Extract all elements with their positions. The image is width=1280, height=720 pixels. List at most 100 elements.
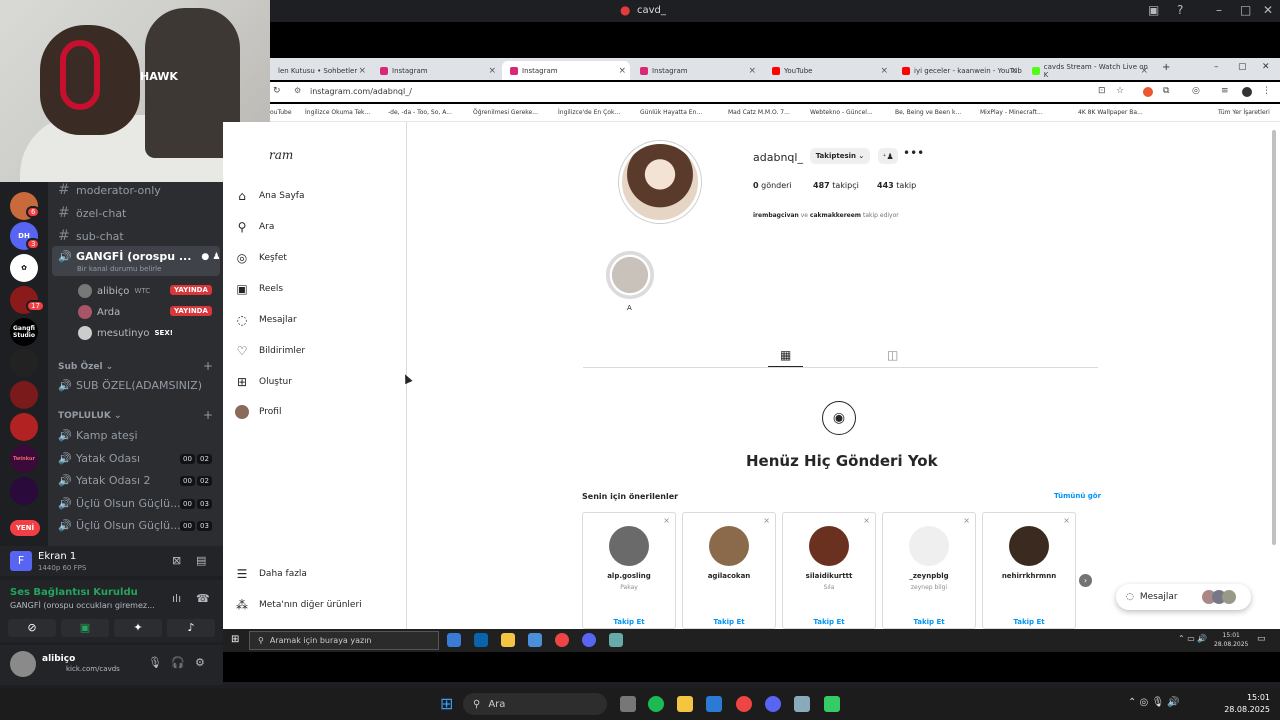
profile-sync-icon[interactable]: ◎ — [1192, 86, 1200, 96]
connection-status[interactable]: Ses Bağlantısı Kuruldu — [10, 587, 138, 598]
bookmark-item[interactable]: İngilizce Okuma Tek... — [305, 109, 370, 116]
app-icon[interactable] — [794, 696, 810, 712]
close-icon[interactable]: ✕ — [1263, 3, 1273, 17]
more-options-icon[interactable]: ••• — [903, 146, 924, 160]
settings-icon[interactable]: ⚙ — [195, 656, 205, 669]
follow-button[interactable]: Takip Et — [883, 618, 975, 626]
bookmark-item[interactable]: Webtekno - Güncel... — [810, 109, 873, 116]
bookmark-item[interactable]: 4K 8K Wallpaper Ba... — [1078, 109, 1143, 116]
url-field[interactable]: instagram.com/adabnql_/ — [310, 87, 412, 96]
nav-profile[interactable]: Profil — [235, 405, 281, 419]
avatar[interactable] — [609, 526, 649, 566]
minimize-icon[interactable]: – — [1214, 62, 1219, 72]
media-icon[interactable]: ≡ — [1221, 86, 1229, 96]
windows-start-icon[interactable]: ⊞ — [440, 694, 453, 713]
menu-icon[interactable]: ⋮ — [1262, 86, 1271, 96]
follow-button[interactable]: Takip Et — [783, 618, 875, 626]
headphones-icon[interactable]: 🎧 — [171, 656, 185, 669]
site-info-icon[interactable]: ⚙ — [294, 86, 301, 95]
suggestion-card[interactable]: × nehirrkhrmnn Takip Et — [982, 512, 1076, 629]
text-channel[interactable]: # özel-chat — [58, 205, 126, 221]
nav-create[interactable]: ⊞ Oluştur — [235, 375, 292, 389]
explorer-icon[interactable] — [501, 633, 515, 647]
discord-icon[interactable] — [765, 696, 781, 712]
nav-messages[interactable]: ◌ Mesajlar — [235, 313, 297, 327]
server-icon-10[interactable] — [10, 477, 38, 505]
taskbar-search[interactable]: ⚲ Ara — [463, 693, 607, 715]
profile-picture[interactable] — [619, 141, 701, 223]
reload-icon[interactable]: ↻ — [273, 86, 281, 96]
extension-icon[interactable] — [1143, 87, 1153, 97]
spotify-icon[interactable] — [648, 696, 664, 712]
install-icon[interactable]: ⊡ — [1098, 86, 1106, 96]
voice-channel[interactable]: 🔊 Kamp ateşi — [58, 429, 138, 442]
dismiss-icon[interactable]: × — [863, 516, 870, 525]
voice-channel[interactable]: 🔊 Üçlü Olsun Güçlü... — [58, 519, 181, 532]
voice-channel[interactable]: 🔊 SUB ÖZEL(ADAMSINIZ) — [58, 379, 202, 392]
nav-explore[interactable]: ◎ Keşfet — [235, 251, 287, 265]
close-tab-icon[interactable]: × — [618, 66, 626, 76]
suggestion-card[interactable]: × agilacokan Takip Et — [682, 512, 776, 629]
mutual-followers[interactable]: irembagcivan ve cakmakkereem takip ediyo… — [753, 212, 899, 219]
voice-channel-active[interactable]: 🔊 GANGFİ (orospu ... ● ♟ ⚙ — [58, 250, 232, 263]
tab-active[interactable]: Instagram × — [502, 61, 630, 80]
close-tab-icon[interactable]: × — [358, 66, 366, 76]
following-button[interactable]: Takiptesin ⌄ — [810, 148, 870, 164]
nav-home[interactable]: ⌂ Ana Sayfa — [235, 189, 304, 203]
inbox-icon[interactable]: ▣ — [1148, 3, 1159, 17]
task-view-icon[interactable] — [620, 696, 636, 712]
text-channel[interactable]: # moderator-only — [58, 182, 161, 198]
avatar[interactable] — [1009, 526, 1049, 566]
avatar[interactable] — [709, 526, 749, 566]
maximize-icon[interactable]: □ — [1240, 3, 1251, 17]
help-icon[interactable]: ? — [1177, 3, 1183, 17]
windows-start-icon[interactable]: ⊞ — [231, 634, 239, 645]
discord-icon[interactable] — [582, 633, 596, 647]
camera-off-button[interactable]: ⊘ — [8, 619, 56, 637]
channel-status[interactable]: Bir kanal durumu belirle — [77, 265, 161, 273]
server-icon-gangfi[interactable]: Gangfi Studio — [10, 318, 38, 346]
app-icon[interactable] — [528, 633, 542, 647]
maximize-icon[interactable]: ▢ — [1238, 62, 1247, 72]
voice-channel[interactable]: 🔊 Üçlü Olsun Güçlü... — [58, 497, 181, 510]
suggest-user-button[interactable]: ⁺♟ — [878, 148, 898, 164]
tab[interactable]: Instagram × — [632, 61, 760, 80]
voice-user[interactable]: Arda — [78, 305, 120, 319]
app-icon[interactable] — [609, 633, 623, 647]
tab[interactable]: YouTube × — [764, 61, 892, 80]
dismiss-icon[interactable]: × — [963, 516, 970, 525]
minimize-icon[interactable]: – — [1216, 3, 1222, 17]
bookmark-item[interactable]: -de, -da - Too, So, A... — [388, 109, 452, 116]
nav-search[interactable]: ⚲ Ara — [235, 220, 275, 234]
followers-count[interactable]: 487 takipçi — [813, 181, 859, 190]
nav-more[interactable]: ☰ Daha fazla — [235, 567, 307, 581]
category-topluluk[interactable]: TOPLULUK ⌄ — [58, 411, 122, 421]
noise-icon[interactable]: ılı — [172, 592, 181, 605]
notification-icon[interactable]: ▭ — [1257, 634, 1266, 644]
voice-channel[interactable]: 🔊 Yatak Odası — [58, 452, 140, 465]
chrome-icon[interactable] — [736, 696, 752, 712]
tab[interactable]: len Kutusu • Sohbetler × — [270, 61, 370, 80]
follow-button[interactable]: Takip Et — [583, 618, 675, 626]
bookmark-item[interactable]: İngilizce'de En Çok... — [558, 109, 620, 116]
server-icon-6[interactable] — [10, 349, 38, 377]
see-all-link[interactable]: Tümünü gör — [1054, 492, 1101, 500]
server-icon-3[interactable]: ✿ — [10, 254, 38, 282]
nav-reels[interactable]: ▣ Reels — [235, 282, 283, 296]
popout-icon[interactable]: ▤ — [196, 554, 206, 567]
nav-notifications[interactable]: ♡ Bildirimler — [235, 344, 306, 358]
edge-icon[interactable] — [447, 633, 461, 647]
app-icon[interactable] — [824, 696, 840, 712]
user-avatar[interactable] — [10, 651, 36, 677]
next-arrow-icon[interactable]: › — [1079, 574, 1092, 587]
instagram-logo[interactable]: ram — [269, 148, 293, 162]
suggestion-card[interactable]: × silaidikurttt Sıla Takip Et — [782, 512, 876, 629]
voice-channel[interactable]: 🔊 Yatak Odası 2 — [58, 474, 151, 487]
disconnect-icon[interactable]: ☎ — [196, 592, 210, 605]
avatar[interactable] — [909, 526, 949, 566]
page-scrollbar[interactable] — [1272, 130, 1276, 545]
following-count[interactable]: 443 takip — [877, 181, 916, 190]
vscode-icon[interactable] — [706, 696, 722, 712]
avatar[interactable] — [809, 526, 849, 566]
voice-user[interactable]: alibiço WTC — [78, 284, 150, 298]
